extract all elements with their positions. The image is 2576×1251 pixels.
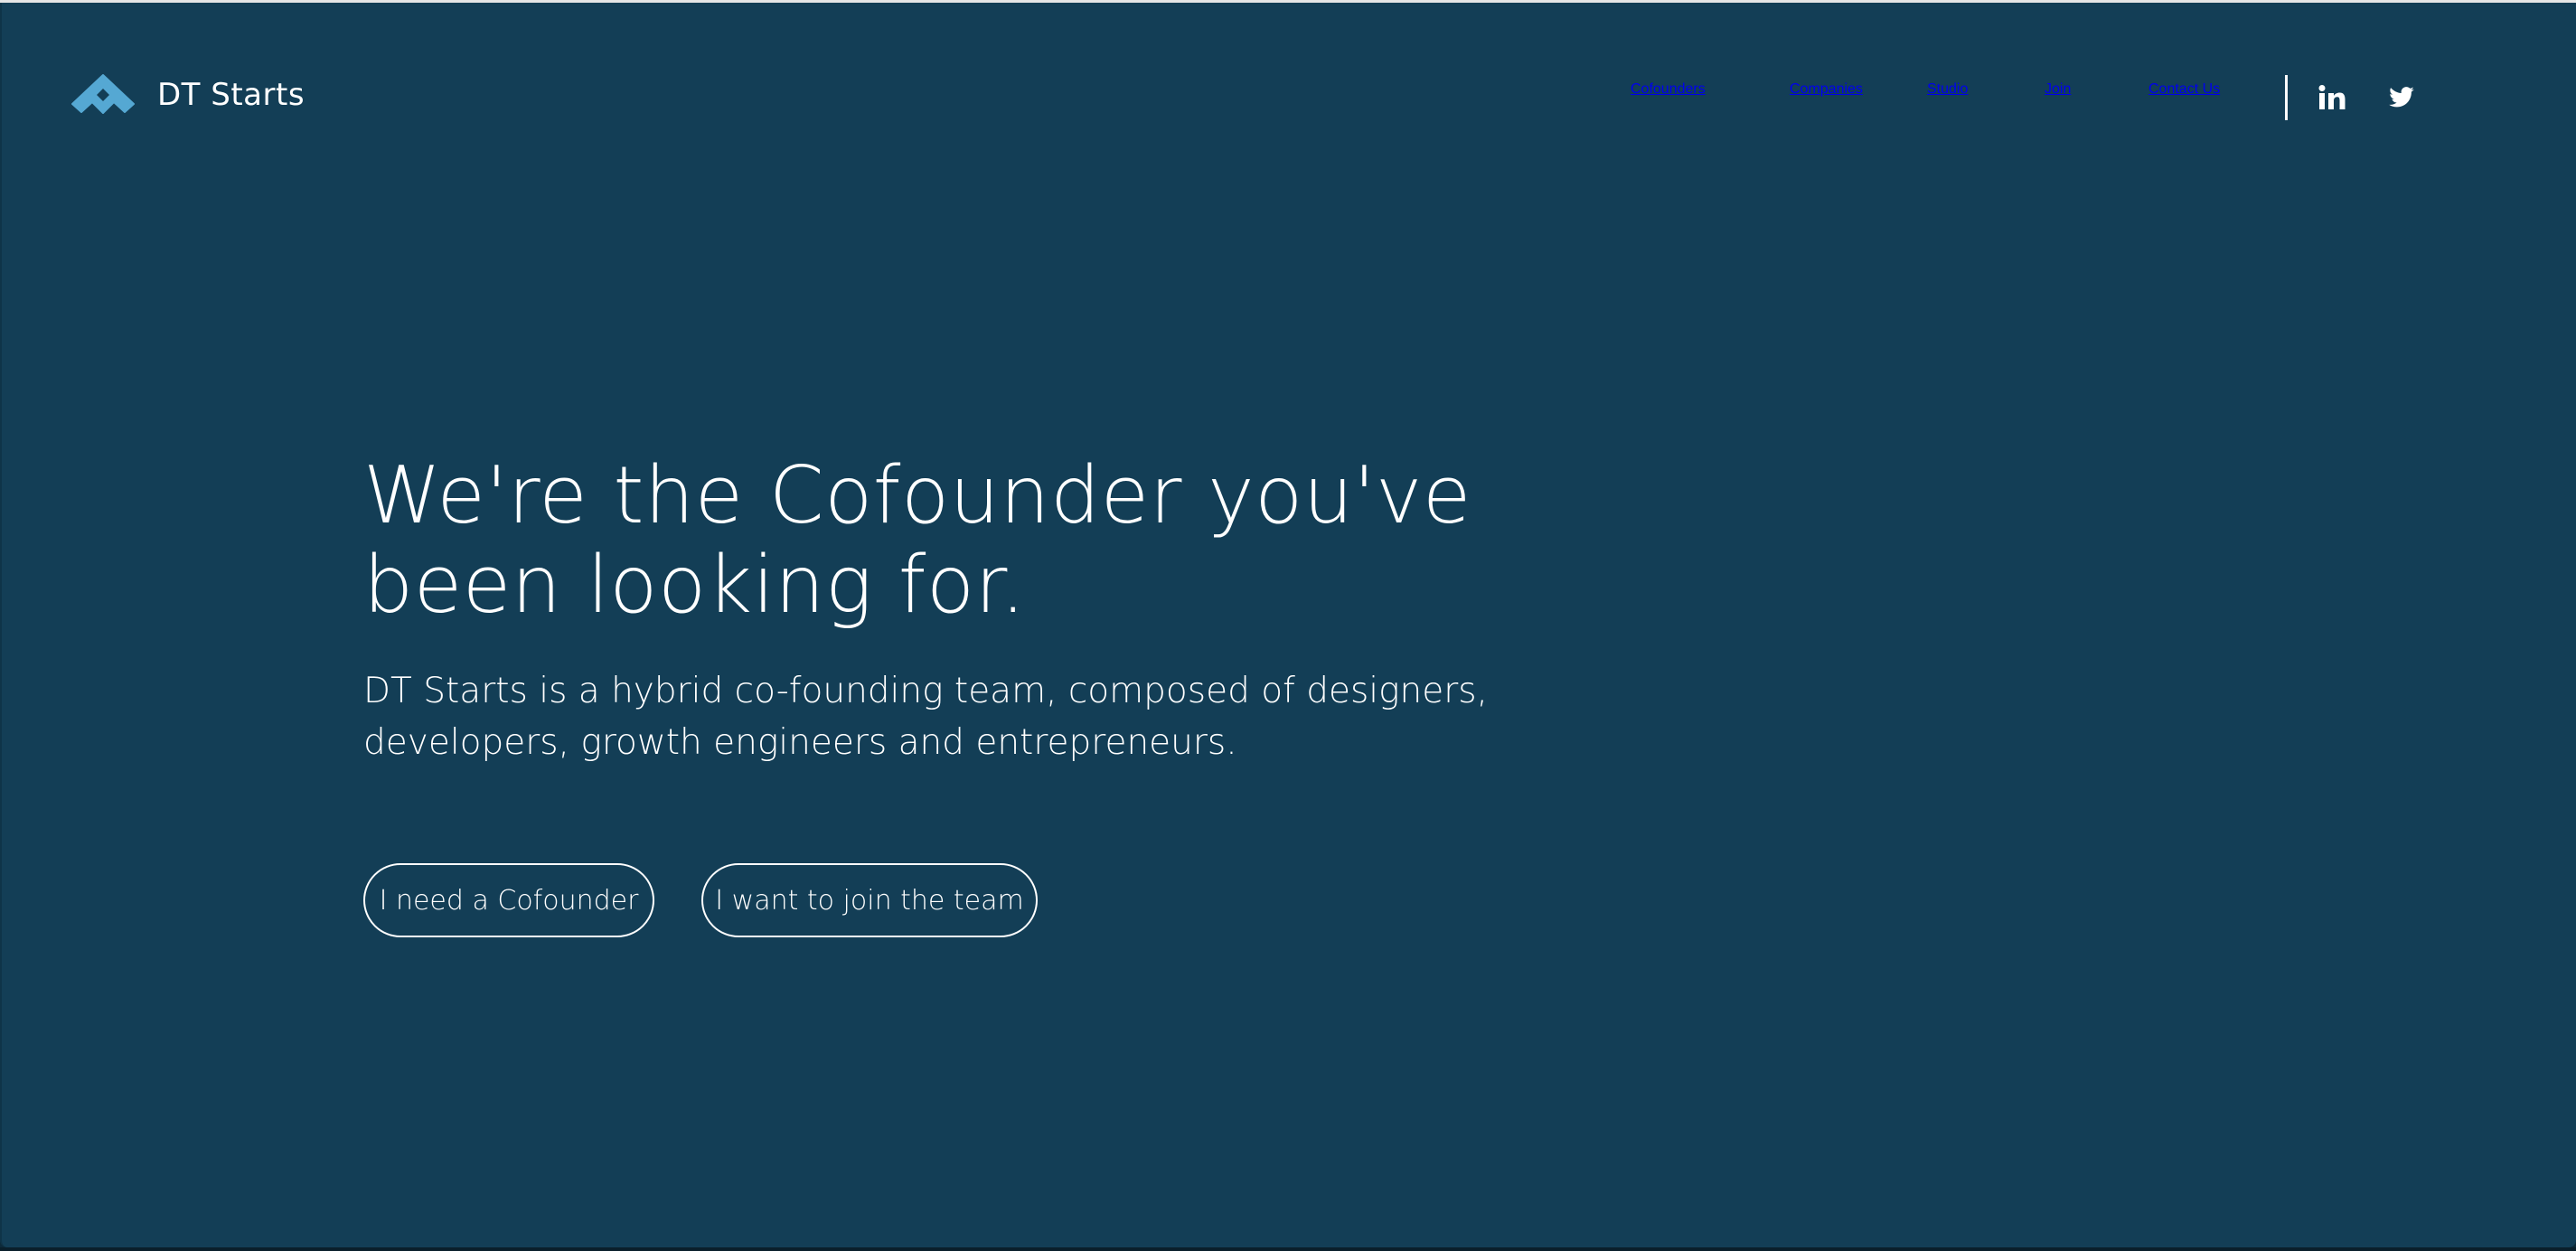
hero-section: We're the Cofounder you've been looking …	[363, 451, 1629, 768]
nav-divider	[2285, 75, 2288, 120]
nav-item-contact-us[interactable]: Contact Us	[2148, 81, 2220, 98]
nav-item-companies[interactable]: Companies	[1790, 81, 1863, 98]
hero-title: We're the Cofounder you've been looking …	[363, 449, 1471, 631]
need-cofounder-button[interactable]: I need a Cofounder	[363, 863, 654, 937]
twitter-link[interactable]	[2388, 84, 2417, 111]
hero-subtitle: DT Starts is a hybrid co-founding team, …	[363, 671, 1489, 763]
browser-bottom-edge	[0, 1247, 2576, 1251]
diamond-roof-logo-icon	[71, 73, 136, 117]
join-team-button[interactable]: I want to join the team	[701, 863, 1038, 937]
nav-item-cofounders[interactable]: Cofounders	[1631, 81, 1706, 98]
brand-name: DT Starts	[157, 77, 306, 113]
twitter-icon	[2389, 87, 2414, 108]
landing-page: DT Starts Cofounders Companies Studio Jo…	[0, 3, 2576, 1247]
linkedin-icon	[2318, 85, 2346, 109]
brand-logo-link[interactable]: DT Starts	[71, 73, 305, 117]
linkedin-link[interactable]	[2317, 84, 2346, 111]
hero-cta-group: I need a Cofounder I want to join the te…	[363, 863, 1038, 937]
nav-item-join[interactable]: Join	[2045, 81, 2071, 98]
nav-item-studio[interactable]: Studio	[1927, 81, 1968, 98]
